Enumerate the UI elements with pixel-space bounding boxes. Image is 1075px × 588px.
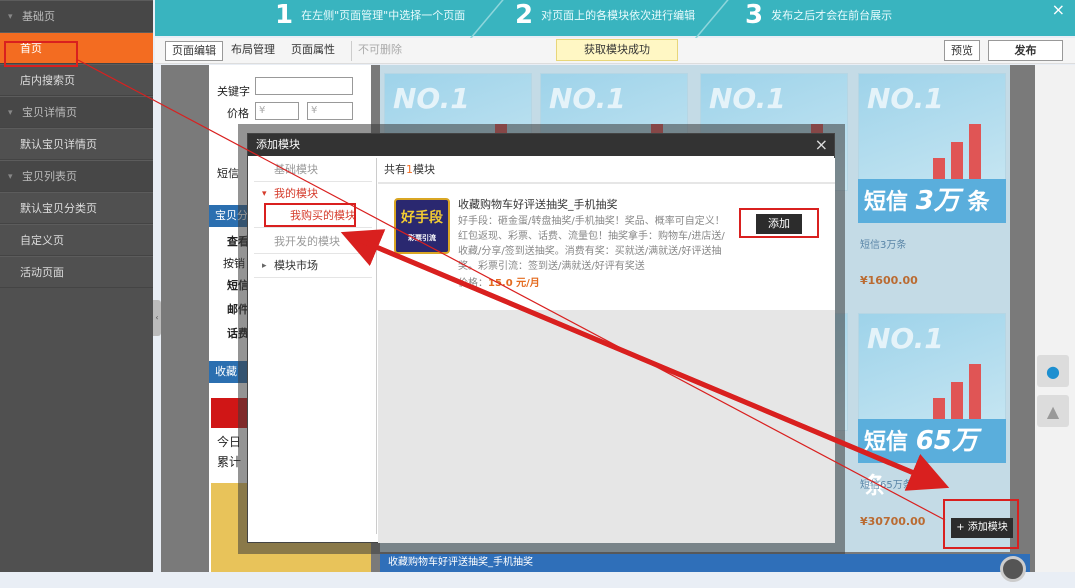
guide-line [77, 59, 946, 521]
annotation-arrows [77, 59, 950, 521]
arrow-to-add-module [349, 233, 950, 491]
